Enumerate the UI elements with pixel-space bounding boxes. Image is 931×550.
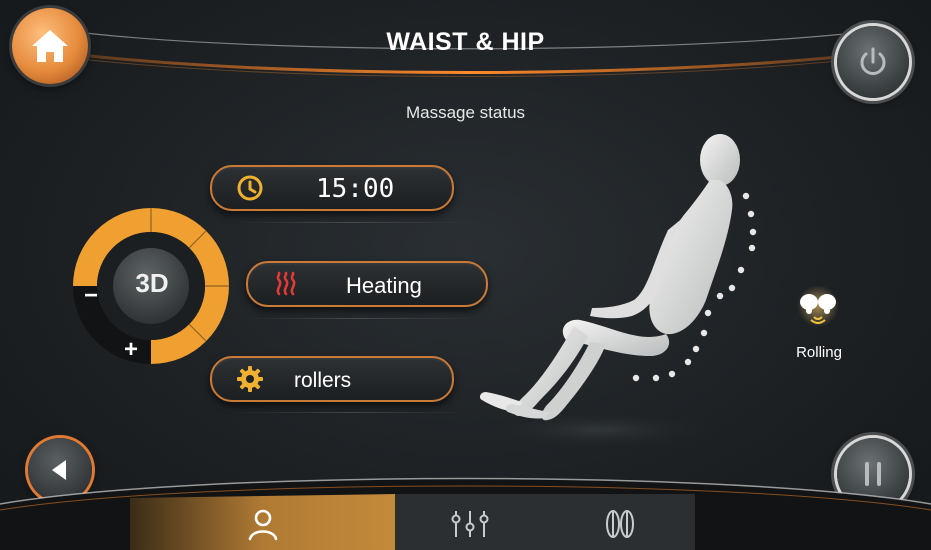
rollers-icon xyxy=(606,509,634,538)
sliders-icon xyxy=(451,510,489,537)
rollers-pill[interactable]: rollers xyxy=(210,356,454,402)
dial-minus[interactable]: − xyxy=(84,282,98,309)
massage-body-figure xyxy=(479,134,757,450)
home-icon xyxy=(32,30,68,62)
person-icon xyxy=(248,509,277,540)
tab-adjust[interactable] xyxy=(395,497,545,550)
timer-value: 15:00 xyxy=(316,174,395,204)
home-button[interactable] xyxy=(12,8,88,84)
rolling-hands-icon[interactable] xyxy=(796,286,840,330)
heat-waves-icon xyxy=(276,271,296,296)
timer-pill[interactable]: 15:00 xyxy=(210,165,454,211)
massage-status-label: Massage status xyxy=(405,103,526,122)
tab-user[interactable] xyxy=(130,497,395,550)
clock-icon xyxy=(237,175,263,201)
power-icon xyxy=(860,47,886,75)
tab-rollers[interactable] xyxy=(545,497,695,550)
heating-pill[interactable]: Heating xyxy=(246,261,488,307)
rolling-label: Rolling xyxy=(796,344,842,361)
power-button[interactable] xyxy=(837,26,909,98)
dial-3d-label: 3D xyxy=(135,268,169,298)
divider xyxy=(240,318,480,319)
heating-label: Heating xyxy=(346,273,422,298)
rollers-label: rollers xyxy=(294,369,352,392)
divider xyxy=(230,222,470,223)
dial-plus[interactable]: + xyxy=(124,336,138,363)
gear-icon xyxy=(237,366,263,392)
page-title: WAIST & HIP xyxy=(386,28,545,56)
divider xyxy=(230,412,470,413)
